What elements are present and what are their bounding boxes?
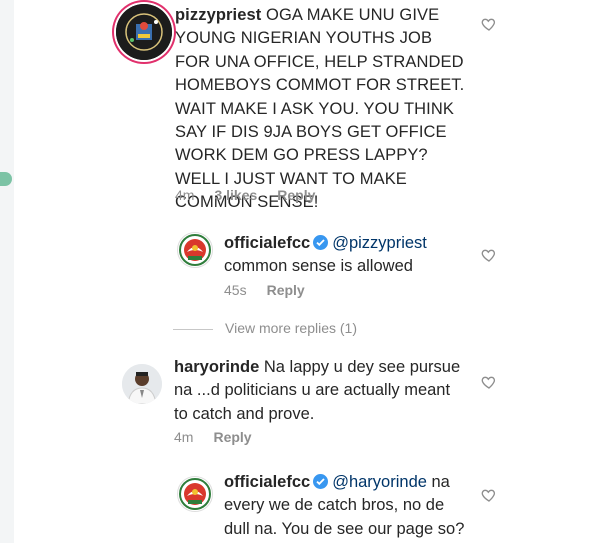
comment-time: 4m <box>174 429 194 445</box>
reply-button[interactable]: Reply <box>277 187 315 203</box>
left-edge-panel <box>0 0 14 543</box>
view-more-label: View more replies (1) <box>225 320 358 336</box>
heart-icon[interactable] <box>481 247 497 268</box>
comment-text: haryorinde Na lappy u dey see pursue na … <box>174 356 474 426</box>
reply-button[interactable]: Reply <box>213 429 251 445</box>
edge-indicator <box>0 172 12 186</box>
view-more-replies-button[interactable]: View more replies (1) <box>173 320 357 336</box>
comment-username[interactable]: haryorinde <box>174 358 259 376</box>
comment-username[interactable]: pizzypriest <box>175 6 261 24</box>
comment-time: 4m <box>175 187 195 203</box>
comment-meta: 4m 3 likes Reply <box>175 187 335 203</box>
mention-link[interactable]: @haryorinde <box>332 473 427 491</box>
divider-line <box>173 328 213 330</box>
avatar-officialefcc[interactable] <box>177 476 213 512</box>
comment-body: OGA MAKE UNU GIVE YOUNG NIGERIAN YOUTHS … <box>175 6 465 212</box>
avatar-officialefcc[interactable] <box>177 232 213 268</box>
comment-likes[interactable]: 3 likes <box>214 187 257 203</box>
comment-text: pizzypriest OGA MAKE UNU GIVE YOUNG NIGE… <box>175 4 505 215</box>
comment-time: 45s <box>224 282 247 298</box>
reply-text: officialefcc @haryorinde na every we de c… <box>224 471 484 541</box>
heart-icon[interactable] <box>481 16 497 37</box>
mention-link[interactable]: @pizzypriest <box>332 234 427 252</box>
heart-icon[interactable] <box>481 374 497 395</box>
avatar-pizzypriest[interactable] <box>116 4 172 60</box>
comment-username[interactable]: officialefcc <box>224 473 310 491</box>
reply-button[interactable]: Reply <box>267 282 305 298</box>
verified-badge-icon <box>313 474 329 489</box>
comment-body: common sense is allowed <box>224 257 413 276</box>
verified-badge-icon <box>313 235 329 250</box>
reply-text: officialefcc @pizzypriest common sense is… <box>224 232 484 279</box>
comment-username[interactable]: officialefcc <box>224 234 310 252</box>
comment-meta: 45s Reply <box>224 282 325 298</box>
heart-icon[interactable] <box>481 487 497 508</box>
avatar-haryorinde[interactable] <box>122 364 162 404</box>
comment-meta: 4m Reply <box>174 429 272 445</box>
